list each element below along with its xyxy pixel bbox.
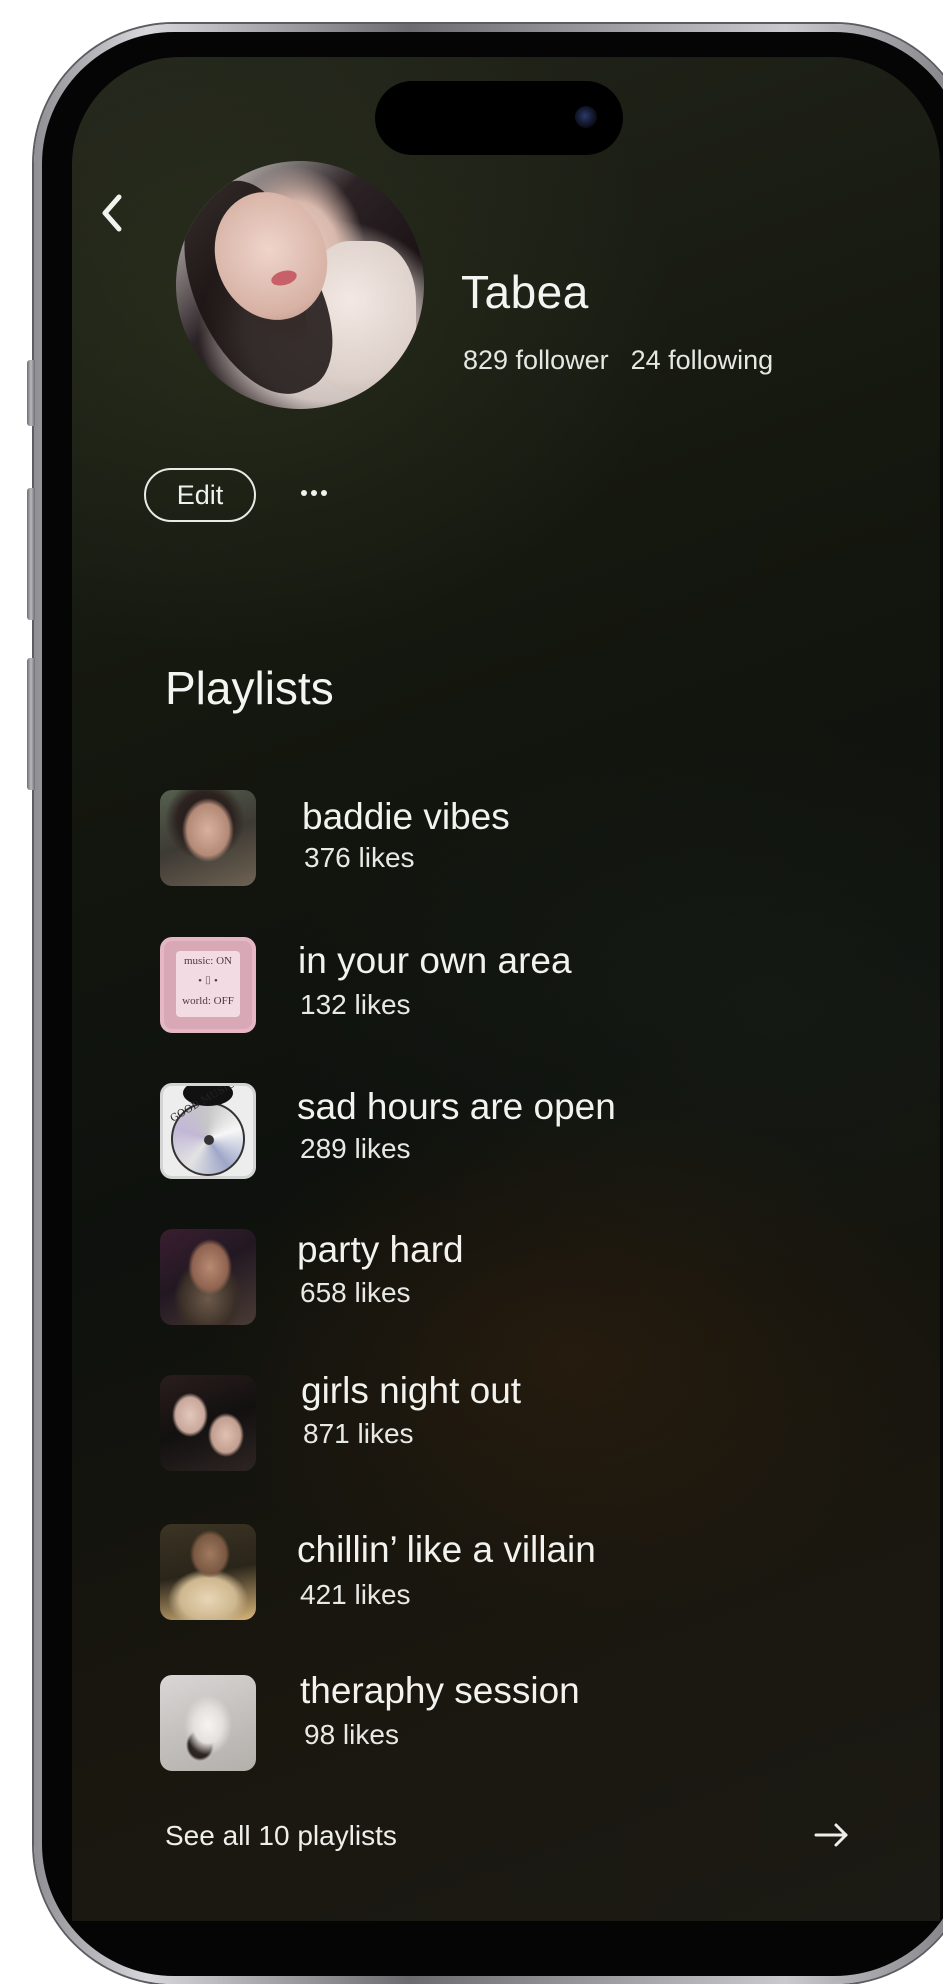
ellipsis-icon: [301, 490, 327, 496]
profile-avatar[interactable]: [176, 161, 424, 409]
see-all-playlists-link[interactable]: See all 10 playlists: [165, 1820, 397, 1852]
arrow-right-icon: [814, 1823, 848, 1847]
playlist-title: chillin’ like a villain: [297, 1529, 596, 1570]
playlist-cover: [160, 1375, 256, 1471]
playlist-likes: 376 likes: [304, 842, 415, 873]
playlist-title: party hard: [297, 1229, 464, 1270]
follower-count[interactable]: 829 follower: [463, 345, 609, 375]
playlist-likes: 132 likes: [300, 989, 411, 1020]
playlist-likes: 289 likes: [300, 1133, 411, 1164]
playlist-cover: GOOD MUSIC BAD DAYS: [160, 1083, 256, 1179]
playlist-title: sad hours are open: [297, 1086, 616, 1127]
following-count[interactable]: 24 following: [631, 345, 774, 375]
dynamic-island: [375, 81, 623, 155]
playlist-cover: [160, 790, 256, 886]
playlist-title: baddie vibes: [302, 796, 510, 837]
phone-volume-down-button: [27, 658, 35, 790]
back-button[interactable]: [92, 185, 132, 241]
cover-label: music: ON • ⌷ • world: OFF: [176, 951, 240, 1017]
playlist-cover: [160, 1229, 256, 1325]
playlist-item[interactable]: chillin’ like a villain 421 likes: [160, 1524, 880, 1624]
edit-profile-button[interactable]: Edit: [144, 468, 256, 522]
playlist-item[interactable]: girls night out 871 likes: [160, 1370, 880, 1475]
phone-volume-up-button: [27, 488, 35, 620]
playlist-item[interactable]: music: ON • ⌷ • world: OFF in your own a…: [160, 937, 880, 1037]
playlist-item[interactable]: baddie vibes 376 likes: [160, 790, 880, 890]
playlist-likes: 98 likes: [304, 1719, 399, 1750]
playlist-item[interactable]: party hard 658 likes: [160, 1229, 880, 1329]
playlist-title: theraphy session: [300, 1670, 580, 1711]
app-screen: Tabea 829 follower 24 following Edit Play…: [72, 57, 940, 1921]
playlist-likes: 658 likes: [300, 1277, 411, 1308]
cover-text: GOOD MUSIC BAD DAYS: [169, 1086, 253, 1125]
playlist-likes: 421 likes: [300, 1579, 411, 1610]
playlist-cover: [160, 1524, 256, 1620]
chevron-left-icon: [102, 194, 122, 232]
playlist-cover: [160, 1675, 256, 1771]
camera-icon: [575, 106, 597, 128]
see-all-arrow-button[interactable]: [812, 1815, 852, 1855]
profile-stats: 829 follower 24 following: [463, 345, 795, 376]
phone-action-button: [27, 360, 35, 426]
profile-name: Tabea: [461, 266, 589, 318]
playlist-cover: music: ON • ⌷ • world: OFF: [160, 937, 256, 1033]
playlists-heading: Playlists: [165, 662, 334, 714]
playlist-likes: 871 likes: [303, 1418, 414, 1449]
playlist-title: girls night out: [301, 1370, 522, 1411]
playlist-title: in your own area: [298, 940, 572, 981]
playlist-item[interactable]: theraphy session 98 likes: [160, 1670, 880, 1775]
more-options-button[interactable]: [294, 471, 334, 515]
playlist-item[interactable]: GOOD MUSIC BAD DAYS sad hours are open 2…: [160, 1083, 880, 1183]
svg-text:GOOD MUSIC BAD DAYS: GOOD MUSIC BAD DAYS: [169, 1086, 253, 1125]
